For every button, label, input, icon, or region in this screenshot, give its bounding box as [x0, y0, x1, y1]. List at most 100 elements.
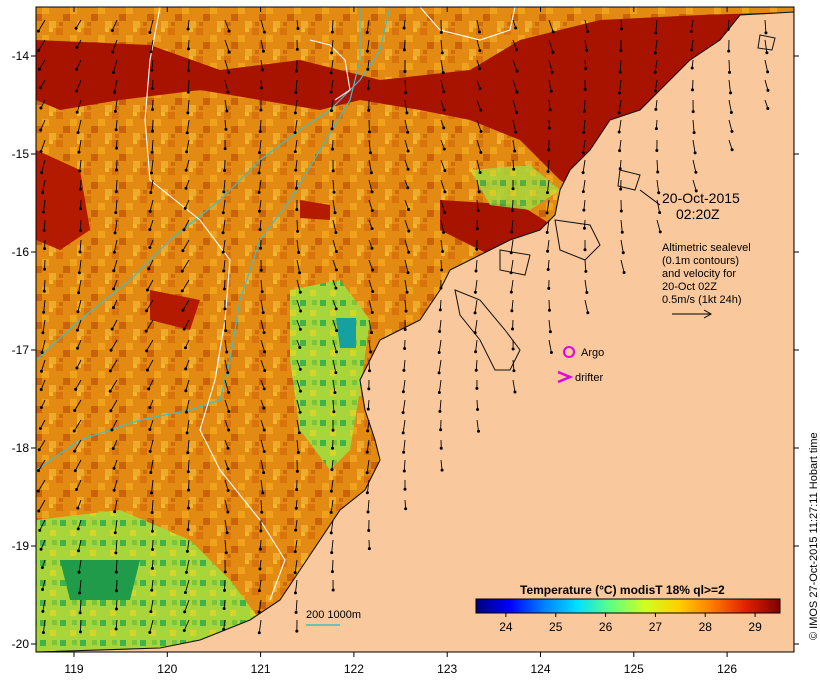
velocity-arrow-head	[333, 211, 337, 215]
velocity-arrow-head	[186, 69, 190, 73]
colorbar-label-28: 28	[699, 620, 713, 634]
velocity-arrow-head	[221, 231, 225, 235]
velocity-arrow-head	[183, 590, 187, 594]
velocity-arrow-head	[111, 71, 115, 75]
velocity-arrow-head	[37, 448, 41, 452]
velocity-arrow-head	[226, 489, 230, 493]
velocity-arrow-head	[150, 588, 154, 592]
velocity-arrow-head	[584, 66, 588, 70]
velocity-arrow-head	[36, 29, 40, 33]
velocity-arrow-head	[406, 208, 410, 212]
velocity-arrow-head	[263, 369, 267, 373]
velocity-arrow-head	[370, 246, 374, 250]
velocity-arrow-head	[476, 408, 480, 412]
velocity-arrow-head	[183, 206, 187, 210]
velocity-arrow	[331, 559, 334, 572]
lat-label--18: -18	[12, 441, 30, 455]
velocity-arrow-head	[39, 86, 43, 90]
velocity-arrow-head	[693, 151, 697, 155]
velocity-arrow-head	[293, 131, 297, 135]
velocity-arrow-head	[654, 127, 658, 131]
velocity-arrow-head	[257, 631, 261, 635]
velocity-arrow-head	[330, 127, 334, 131]
velocity-arrow-head	[334, 268, 338, 272]
velocity-arrow-head	[297, 250, 301, 254]
velocity-arrow-head	[182, 228, 186, 232]
velocity-arrow-head	[406, 149, 410, 153]
velocity-arrow-head	[510, 309, 514, 313]
velocity-arrow-head	[183, 610, 187, 614]
velocity-arrow-head	[112, 250, 116, 254]
velocity-arrow-head	[442, 108, 446, 112]
velocity-arrow-head	[150, 150, 154, 154]
colorbar-label-25: 25	[549, 620, 563, 634]
velocity-arrow-head	[184, 168, 188, 172]
velocity-arrow-head	[331, 169, 335, 173]
velocity-arrow-head	[39, 388, 43, 392]
velocity-arrow-head	[148, 630, 152, 634]
lon-label-119: 119	[64, 662, 83, 676]
velocity-arrow-head	[332, 410, 336, 414]
velocity-arrow-head	[766, 88, 770, 92]
velocity-arrow-head	[477, 190, 481, 194]
velocity-arrow-head	[261, 311, 265, 315]
velocity-arrow-head	[184, 410, 188, 414]
velocity-arrow-head	[186, 47, 190, 51]
velocity-arrow-head	[39, 128, 43, 132]
velocity-arrow-head	[109, 409, 113, 413]
velocity-arrow-head	[145, 368, 149, 372]
velocity-arrow-head	[369, 171, 373, 175]
altimetry-line-3: and velocity for	[662, 268, 736, 280]
velocity-arrow-head	[371, 290, 375, 294]
velocity-arrow-head	[148, 428, 152, 432]
velocity-arrow-head	[145, 309, 149, 313]
altimetry-line-5: 0.5m/s (1kt 24h)	[662, 294, 741, 306]
velocity-arrow-head	[39, 406, 43, 410]
velocity-arrow-head	[330, 30, 334, 34]
velocity-arrow-head	[581, 151, 585, 155]
velocity-arrow-head	[74, 387, 78, 391]
velocity-arrow-head	[223, 570, 227, 574]
velocity-arrow-head	[260, 290, 264, 294]
lat-label--19: -19	[12, 539, 30, 553]
velocity-arrow-head	[365, 30, 369, 34]
velocity-arrow	[79, 619, 82, 632]
velocity-arrow-head	[112, 488, 116, 492]
velocity-arrow-head	[226, 371, 230, 375]
velocity-arrow-head	[438, 329, 442, 333]
velocity-arrow-head	[257, 589, 261, 593]
velocity-arrow-head	[403, 487, 407, 491]
velocity-arrow-head	[367, 387, 371, 391]
velocity-arrow-head	[115, 146, 119, 150]
velocity-arrow-head	[371, 268, 375, 272]
velocity-arrow-head	[727, 49, 731, 53]
velocity-arrow-head	[330, 109, 334, 113]
velocity-arrow-head	[335, 329, 339, 333]
velocity-arrow-head	[114, 190, 118, 194]
velocity-arrow-head	[329, 71, 333, 75]
velocity-arrow	[728, 59, 730, 73]
velocity-arrow-head	[370, 208, 374, 212]
velocity-arrow-head	[184, 186, 188, 190]
velocity-arrow-head	[509, 271, 513, 275]
velocity-arrow-head	[442, 211, 446, 215]
velocity-arrow-head	[620, 27, 624, 31]
velocity-arrow-head	[334, 307, 338, 311]
velocity-arrow-head	[370, 190, 374, 194]
velocity-arrow-head	[473, 311, 477, 315]
velocity-arrow-head	[75, 67, 79, 71]
velocity-arrow-head	[260, 68, 264, 72]
velocity-arrow-head	[298, 271, 302, 275]
velocity-arrow-head	[262, 471, 266, 475]
velocity-arrow-head	[582, 109, 586, 113]
velocity-arrow-head	[367, 130, 371, 134]
velocity-arrow-head	[478, 67, 482, 71]
velocity-arrow-head	[294, 90, 298, 94]
velocity-arrow-head	[368, 369, 372, 373]
velocity-arrow-head	[150, 510, 154, 514]
velocity-arrow-head	[478, 170, 482, 174]
velocity-arrow-head	[40, 588, 44, 592]
velocity-arrow-head	[108, 389, 112, 393]
map-plot-area	[36, 7, 794, 652]
velocity-arrow-head	[113, 531, 117, 535]
